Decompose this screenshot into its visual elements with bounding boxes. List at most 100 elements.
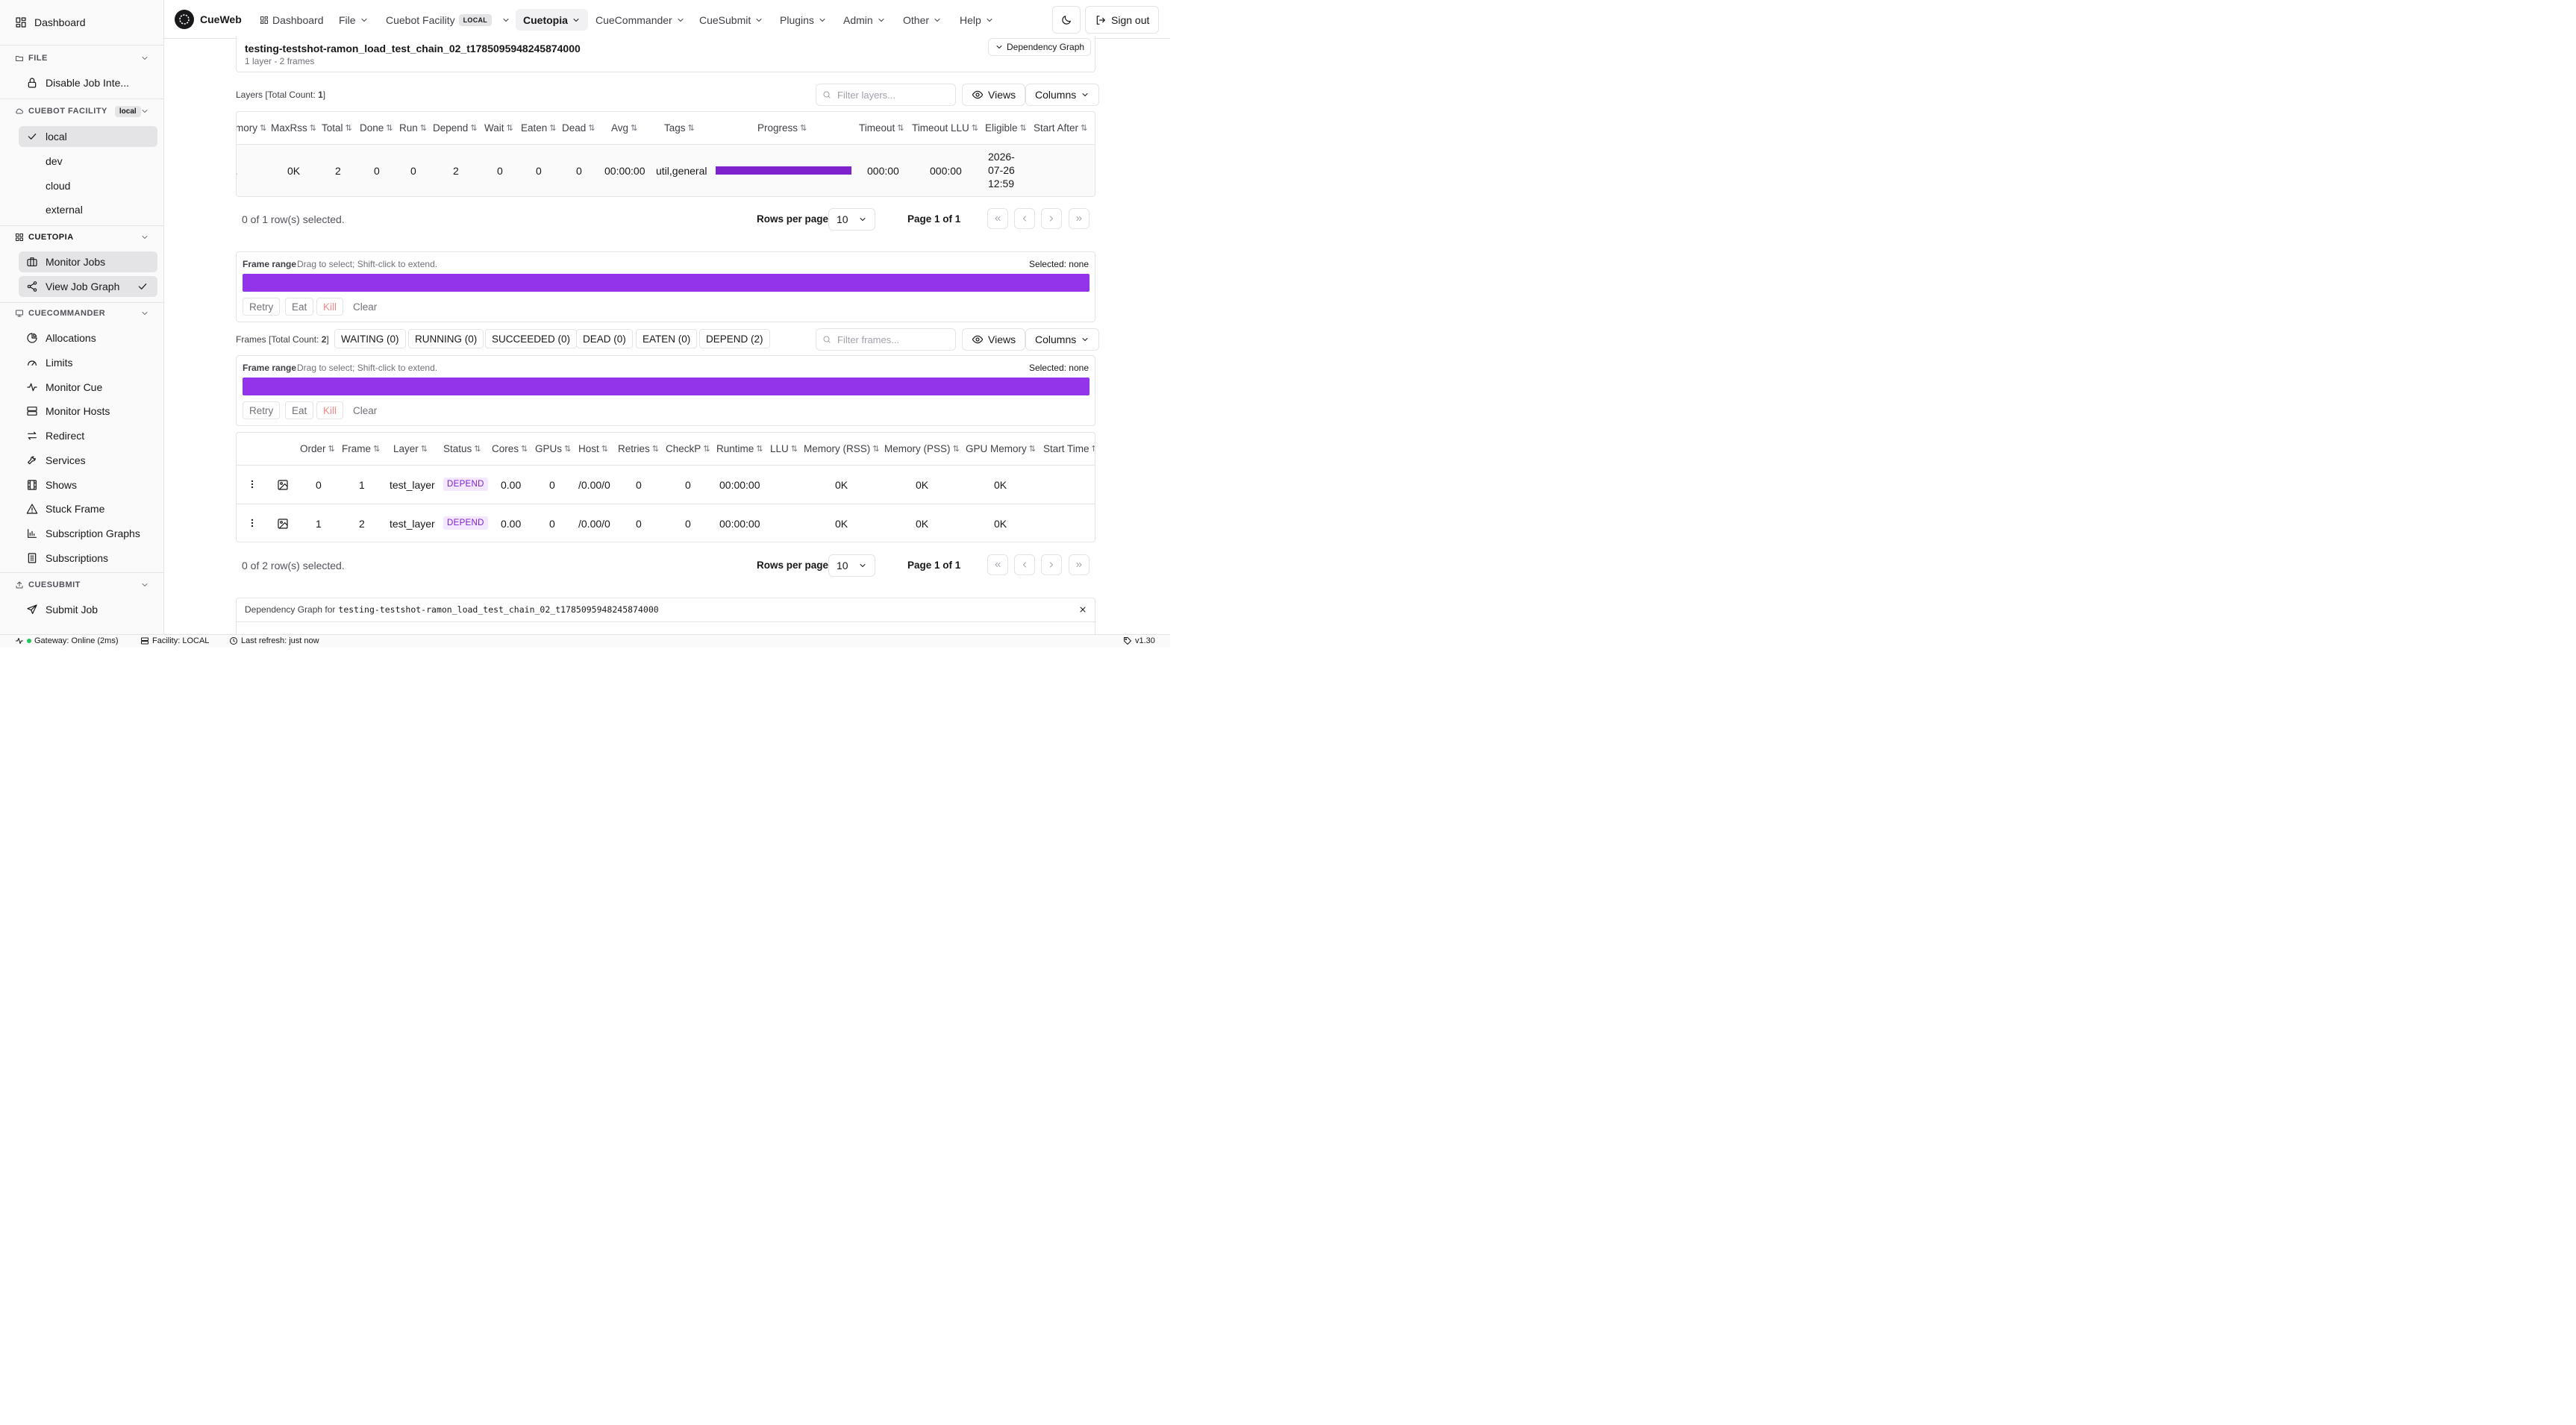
nav-cuecommander-menu[interactable]: CueCommander [588, 9, 693, 31]
sidebar-item-limits[interactable]: Limits [19, 352, 157, 373]
sidebar-item-redirect[interactable]: Redirect [19, 425, 157, 446]
column-header-eligible[interactable]: Eligible ⇅ [985, 122, 1027, 134]
eat-button[interactable]: Eat [285, 298, 314, 316]
column-header-progress[interactable]: Progress ⇅ [757, 122, 807, 134]
column-header-gpu-memory[interactable]: GPU Memory ⇅ [966, 443, 1036, 454]
layers-next-page-button[interactable] [1041, 208, 1062, 229]
table-row[interactable]: 1 2 test_layer DEPEND 0.00 0 /0.00/0 0 0… [237, 504, 1095, 542]
nav-help-menu[interactable]: Help [952, 9, 1001, 31]
column-header-avg[interactable]: Avg ⇅ [611, 122, 637, 134]
nav-other-menu[interactable]: Other [895, 9, 949, 31]
sidebar-item-monitor-jobs[interactable]: Monitor Jobs [19, 251, 157, 272]
column-header-host[interactable]: Host ⇅ [578, 443, 608, 454]
column-header-memory-rss[interactable]: Memory (RSS) ⇅ [804, 443, 879, 454]
sidebar-section-cuetopia[interactable]: CUETOPIA [15, 230, 149, 245]
column-header-maxrss[interactable]: MaxRss ⇅ [271, 122, 316, 134]
column-header-retries[interactable]: Retries ⇅ [618, 443, 659, 454]
frame-range-slider[interactable] [243, 378, 1090, 395]
nav-cuebot-facility-menu[interactable]: Cuebot Facility LOCAL [378, 9, 518, 31]
sidebar-item-dev[interactable]: dev [19, 151, 157, 172]
column-header-runtime[interactable]: Runtime ⇅ [716, 443, 763, 454]
sidebar-item-view-job-graph[interactable]: View Job Graph [19, 276, 157, 297]
layers-views-button[interactable]: Views [962, 84, 1026, 106]
sidebar-section-file[interactable]: FILE [15, 51, 149, 66]
frames-views-button[interactable]: Views [962, 328, 1026, 351]
layers-last-page-button[interactable] [1069, 208, 1090, 229]
table-row[interactable]: . 0K 2 0 0 2 0 0 0 00:00:00 util,general… [237, 145, 1095, 196]
sidebar-section-cuesubmit[interactable]: CUESUBMIT [15, 577, 149, 592]
column-header-status[interactable]: Status ⇅ [443, 443, 481, 454]
column-header-dead[interactable]: Dead ⇅ [562, 122, 595, 134]
frames-columns-button[interactable]: Columns [1025, 328, 1100, 351]
column-header-gpus[interactable]: GPUs ⇅ [535, 443, 571, 454]
clear-button[interactable]: Clear [347, 298, 383, 316]
frames-first-page-button[interactable] [987, 554, 1008, 575]
sidebar-item-external[interactable]: external [19, 199, 157, 220]
column-header-timeout[interactable]: Timeout ⇅ [859, 122, 904, 134]
sidebar-item-local[interactable]: local [19, 126, 157, 147]
theme-toggle-button[interactable] [1052, 6, 1081, 34]
brand-link[interactable]: CueWeb [175, 10, 242, 29]
sidebar-section-cuecommander[interactable]: CUECOMMANDER [15, 306, 149, 321]
column-header-cores[interactable]: Cores ⇅ [492, 443, 528, 454]
sidebar-dashboard-link[interactable]: Dashboard [15, 16, 86, 28]
column-header-layer[interactable]: Layer ⇅ [393, 443, 428, 454]
sidebar-item-cloud[interactable]: cloud [19, 175, 157, 196]
filter-frames-input[interactable]: Filter frames... [816, 328, 956, 351]
close-icon[interactable] [1078, 605, 1087, 614]
nav-dashboard[interactable]: Dashboard [252, 9, 331, 31]
nav-file-menu[interactable]: File [331, 9, 376, 31]
sidebar-item-monitor-hosts[interactable]: Monitor Hosts [19, 401, 157, 422]
column-header-start-time[interactable]: Start Time⇅ [1043, 443, 1095, 454]
layers-columns-button[interactable]: Columns [1025, 84, 1100, 106]
column-header-depend[interactable]: Depend ⇅ [433, 122, 478, 134]
filter-depend-button[interactable]: DEPEND (2) [699, 329, 770, 348]
column-header-order[interactable]: Order ⇅ [300, 443, 335, 454]
nav-cuesubmit-menu[interactable]: CueSubmit [692, 9, 771, 31]
kill-button[interactable]: Kill [316, 298, 344, 316]
row-actions-menu-icon[interactable] [247, 478, 257, 490]
sidebar-item-subscriptions[interactable]: Subscriptions [19, 548, 157, 569]
sidebar-item-services[interactable]: Services [19, 450, 157, 471]
clear-button[interactable]: Clear [347, 401, 383, 419]
frames-next-page-button[interactable] [1041, 554, 1062, 575]
sidebar-item-stuck-frame[interactable]: Stuck Frame [19, 498, 157, 519]
column-header-memory-pss[interactable]: Memory (PSS) ⇅ [884, 443, 960, 454]
filter-waiting-button[interactable]: WAITING (0) [334, 329, 406, 348]
filter-layers-input[interactable]: Filter layers... [816, 84, 956, 106]
column-header-frame[interactable]: Frame ⇅ [342, 443, 380, 454]
filter-eaten-button[interactable]: EATEN (0) [636, 329, 698, 348]
nav-cuetopia-menu[interactable]: Cuetopia [516, 9, 588, 31]
frames-prev-page-button[interactable] [1014, 554, 1035, 575]
sidebar-item-shows[interactable]: Shows [19, 475, 157, 495]
nav-admin-menu[interactable]: Admin [836, 9, 893, 31]
column-header-wait[interactable]: Wait ⇅ [484, 122, 513, 134]
sidebar-item-allocations[interactable]: Allocations [19, 328, 157, 348]
column-header-done[interactable]: Done ⇅ [360, 122, 393, 134]
frame-range-slider[interactable] [243, 274, 1090, 292]
layers-rows-per-page-select[interactable]: 10 [828, 208, 875, 231]
column-header-total[interactable]: Total ⇅ [322, 122, 352, 134]
view-image-icon[interactable] [277, 479, 289, 491]
column-header-llu[interactable]: LLU ⇅ [770, 443, 798, 454]
column-header-eaten[interactable]: Eaten ⇅ [521, 122, 557, 134]
column-header-tags[interactable]: Tags ⇅ [664, 122, 695, 134]
filter-succeeded-button[interactable]: SUCCEEDED (0) [485, 329, 578, 348]
filter-dead-button[interactable]: DEAD (0) [576, 329, 633, 348]
sidebar-item-monitor-cue[interactable]: Monitor Cue [19, 377, 157, 398]
column-header-checkp[interactable]: CheckP ⇅ [666, 443, 710, 454]
column-header-timeout-llu[interactable]: Timeout LLU ⇅ [912, 122, 978, 134]
table-row[interactable]: 0 1 test_layer DEPEND 0.00 0 /0.00/0 0 0… [237, 466, 1095, 504]
retry-button[interactable]: Retry [243, 401, 281, 419]
eat-button[interactable]: Eat [285, 401, 314, 419]
layers-first-page-button[interactable] [987, 208, 1008, 229]
kill-button[interactable]: Kill [316, 401, 344, 419]
frames-rows-per-page-select[interactable]: 10 [828, 554, 875, 577]
sidebar-item-submit-job[interactable]: Submit Job [19, 599, 157, 620]
layers-prev-page-button[interactable] [1014, 208, 1035, 229]
nav-plugins-menu[interactable]: Plugins [772, 9, 834, 31]
view-image-icon[interactable] [277, 518, 289, 530]
retry-button[interactable]: Retry [243, 298, 281, 316]
column-header-memory[interactable]: mory ⇅ [237, 122, 266, 134]
frames-last-page-button[interactable] [1069, 554, 1090, 575]
